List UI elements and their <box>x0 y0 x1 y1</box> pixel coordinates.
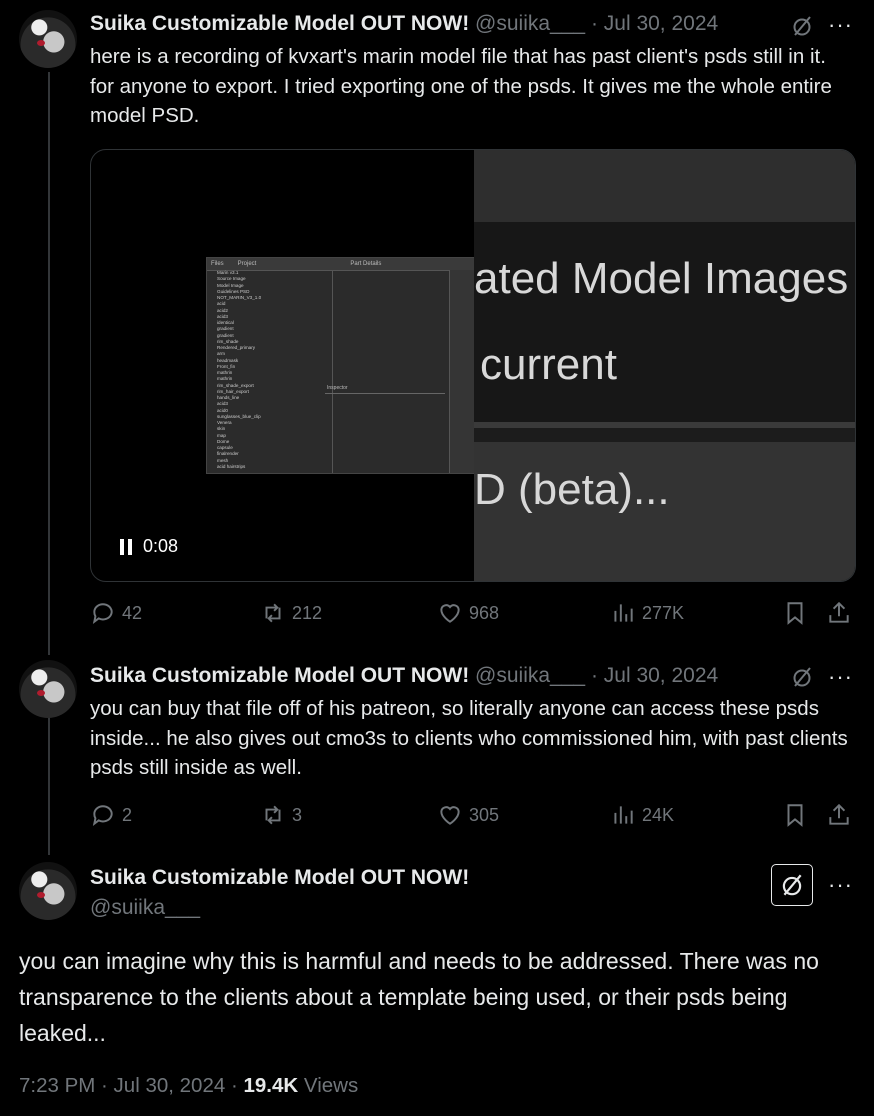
more-options-icon[interactable]: ··· <box>828 664 853 690</box>
thread-connector <box>48 72 50 655</box>
analytics-icon <box>614 806 633 824</box>
mini-panel-label: Inspector <box>327 385 348 391</box>
tweet-text: you can buy that file off of his patreon… <box>90 697 848 779</box>
view-count: 24K <box>642 804 675 825</box>
reply-icon <box>92 805 113 826</box>
mini-tab: Files <box>211 261 224 267</box>
playback-controls[interactable]: 0:08 <box>119 536 178 557</box>
share-button[interactable] <box>826 596 852 630</box>
tweet-actions: 2 3 305 24K <box>90 798 854 832</box>
heart-icon <box>440 806 460 825</box>
tweet-date[interactable]: · Jul 30, 2024 <box>591 664 718 687</box>
share-icon <box>829 803 849 825</box>
repost-icon <box>265 805 281 825</box>
more-options-icon[interactable]: ··· <box>828 872 853 898</box>
mini-tree: Marin v3.1 Source Image Model Image Guid… <box>207 270 333 473</box>
views-label: Views <box>298 1074 359 1097</box>
reply-count: 2 <box>122 804 133 825</box>
tweet-header: Suika Customizable Model OUT NOW! @suiik… <box>90 664 718 688</box>
timestamp[interactable]: 7:23 PM · Jul 30, 2024 · <box>19 1074 243 1097</box>
handle[interactable]: @suiika___ <box>475 664 585 687</box>
mini-tab: Part Details <box>350 261 382 267</box>
views-button[interactable]: 24K <box>610 798 674 832</box>
reply-icon <box>92 603 113 624</box>
handle[interactable]: @suiika___ <box>475 12 585 35</box>
display-name[interactable]: Suika Customizable Model OUT NOW! <box>90 866 469 889</box>
view-count: 19.4K <box>243 1074 299 1097</box>
grok-icon[interactable] <box>771 864 813 906</box>
reply-button[interactable]: 2 <box>90 798 132 832</box>
tweet-meta: 7:23 PM · Jul 30, 2024 · 19.4K Views <box>19 1074 358 1098</box>
bookmark-icon <box>787 602 803 625</box>
video-time: 0:08 <box>143 536 179 556</box>
repost-icon <box>265 603 281 623</box>
pause-icon[interactable] <box>119 538 133 555</box>
video-text: D (beta)... <box>474 465 670 514</box>
avatar[interactable] <box>19 10 77 68</box>
repost-count: 3 <box>292 804 303 825</box>
repost-button[interactable]: 212 <box>260 596 322 630</box>
video-text: ated Model Images <box>474 254 849 303</box>
repost-count: 212 <box>292 602 323 623</box>
like-button[interactable]: 968 <box>437 596 499 630</box>
avatar[interactable] <box>19 660 77 718</box>
more-options-icon[interactable]: ··· <box>828 12 853 38</box>
video-zoom-frame: ated Model Images current D (beta)... <box>474 150 855 581</box>
handle[interactable]: @suiika___ <box>90 896 200 920</box>
repost-button[interactable]: 3 <box>260 798 302 832</box>
display-name[interactable]: Suika Customizable Model OUT NOW! <box>90 664 469 687</box>
reply-button[interactable]: 42 <box>90 596 142 630</box>
reply-count: 42 <box>122 602 143 623</box>
video-text: current <box>480 340 617 389</box>
view-count: 277K <box>642 602 685 623</box>
bookmark-button[interactable] <box>782 798 808 832</box>
avatar[interactable] <box>19 862 77 920</box>
grok-icon[interactable] <box>785 660 819 694</box>
heart-icon <box>440 604 460 623</box>
bookmark-icon <box>787 804 803 827</box>
tweet-header: Suika Customizable Model OUT NOW! @suiik… <box>90 12 718 36</box>
video-frame-thumbnail: Files Project Part Details Marin v3.1 So… <box>206 257 475 474</box>
grok-icon[interactable] <box>785 9 819 43</box>
like-button[interactable]: 305 <box>437 798 499 832</box>
display-name[interactable]: Suika Customizable Model OUT NOW! <box>90 12 469 35</box>
like-count: 968 <box>469 602 500 623</box>
video-player[interactable]: Files Project Part Details Marin v3.1 So… <box>90 149 856 582</box>
share-icon <box>829 601 849 623</box>
thread-connector <box>48 703 50 855</box>
like-count: 305 <box>469 804 500 825</box>
tweet-text: here is a recording of kvxart's marin mo… <box>90 45 832 127</box>
tweet-actions: 42 212 968 277K <box>90 596 854 630</box>
mini-tab: Project <box>237 261 257 267</box>
mini-tree-item: acid hairstrips <box>217 463 246 469</box>
tweet-text: you can imagine why this is harmful and … <box>19 948 819 1046</box>
analytics-icon <box>614 604 633 622</box>
tweet-date[interactable]: · Jul 30, 2024 <box>591 12 718 35</box>
share-button[interactable] <box>826 798 852 832</box>
bookmark-button[interactable] <box>782 596 808 630</box>
tweet-header: Suika Customizable Model OUT NOW! <box>90 866 469 890</box>
views-button[interactable]: 277K <box>610 596 684 630</box>
